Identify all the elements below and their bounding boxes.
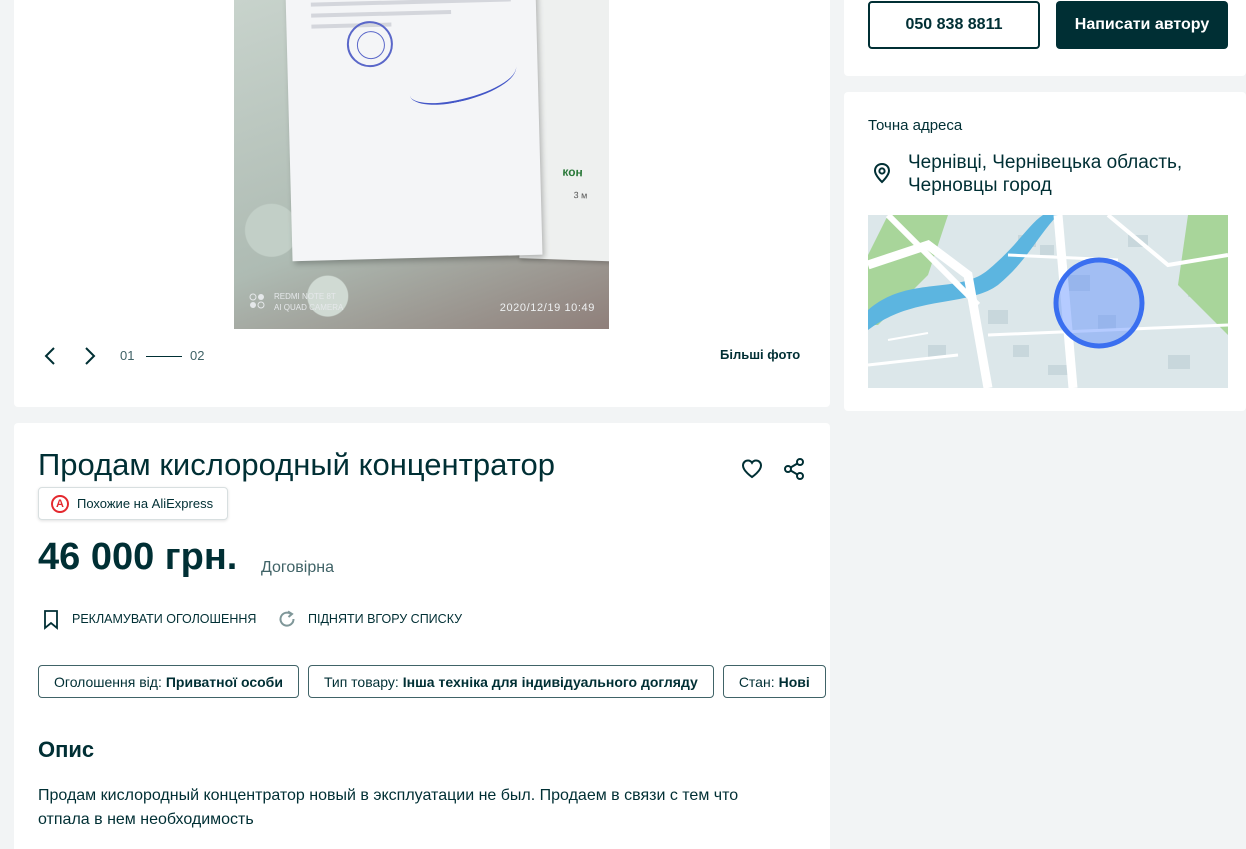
promote-ad-button[interactable]: Рекламувати оголошення bbox=[40, 608, 256, 630]
photo-counter-current: 01 bbox=[120, 348, 135, 363]
map-graphic bbox=[868, 215, 1228, 388]
aliexpress-similar-badge[interactable]: A Похожие на AliExpress bbox=[38, 487, 229, 520]
aliexpress-icon: A bbox=[51, 494, 69, 513]
photo-watermark: REDMI NOTE 8T AI QUAD CAMERA bbox=[274, 291, 343, 313]
param-value: Приватної особи bbox=[165, 673, 283, 690]
heart-icon[interactable] bbox=[740, 457, 764, 481]
location-map[interactable] bbox=[868, 215, 1228, 388]
param-key: Оголошення від: bbox=[54, 673, 162, 690]
promote-ad-label: Рекламувати оголошення bbox=[72, 612, 257, 626]
param-tag: Стан: Нові bbox=[722, 665, 826, 698]
photo-paper-text-small: 3 м bbox=[573, 190, 588, 201]
contact-card: 050 838 8811 Написати автору bbox=[844, 0, 1246, 76]
address-card: Точна адреса Чернівці, Чернівецька облас… bbox=[844, 92, 1246, 411]
write-author-button[interactable]: Написати автору bbox=[1056, 1, 1228, 49]
ad-title: Продам кислородный концентратор bbox=[38, 447, 555, 482]
phone-button[interactable]: 050 838 8811 bbox=[868, 1, 1040, 49]
param-tag: Тип товару: Інша техніка для індивідуальн… bbox=[307, 665, 714, 698]
photo-paper-text: кон bbox=[562, 164, 584, 180]
refresh-icon bbox=[279, 610, 295, 627]
description-title: Опис bbox=[38, 737, 95, 762]
address-text: Чернівці, Чернівецька область, Черновцы … bbox=[908, 152, 1183, 196]
photo-counter-divider bbox=[146, 356, 182, 357]
price: 46 000 грн. bbox=[38, 536, 238, 578]
listing-photo[interactable]: кон 3 м REDMI NOTE 8T AI QUAD CAMERA 202… bbox=[234, 0, 609, 329]
camera-logo-icon bbox=[249, 293, 265, 309]
signature-mark bbox=[405, 50, 521, 112]
chevron-left-icon[interactable] bbox=[40, 345, 62, 367]
lift-ad-label: Підняти вгору списку bbox=[308, 612, 463, 626]
param-tag: Оголошення від: Приватної особи bbox=[38, 665, 299, 698]
stamp-mark bbox=[346, 20, 394, 68]
lift-ad-button[interactable]: Підняти вгору списку bbox=[276, 608, 462, 630]
param-key: Тип товару: bbox=[323, 673, 399, 690]
negotiable-label: Договірна bbox=[261, 559, 334, 576]
ad-params: Оголошення від: Приватної особи Тип товар… bbox=[38, 665, 826, 698]
photo-watermark-device: REDMI NOTE 8T bbox=[274, 292, 336, 301]
description-text: Продам кислородный концентратор новый в … bbox=[38, 787, 739, 828]
photo-counter-total: 02 bbox=[190, 348, 205, 363]
aliexpress-badge-label: Похожие на AliExpress bbox=[77, 496, 214, 511]
photo-paper-lines bbox=[310, 0, 512, 36]
more-photos-link[interactable]: Більші фото bbox=[720, 347, 800, 362]
photo-paper-main bbox=[285, 0, 543, 262]
photo-watermark-date: 2020/12/19 10:49 bbox=[499, 302, 595, 314]
address-label: Точна адреса bbox=[868, 117, 963, 134]
param-key: Стан: bbox=[738, 673, 775, 690]
ad-details-card: Продам кислородный концентратор A Похожи… bbox=[14, 423, 830, 849]
chevron-right-icon[interactable] bbox=[78, 345, 100, 367]
gallery-card: кон 3 м REDMI NOTE 8T AI QUAD CAMERA 202… bbox=[14, 0, 830, 407]
share-icon[interactable] bbox=[782, 457, 806, 481]
param-value: Нові bbox=[778, 673, 810, 690]
photo-watermark-camera: AI QUAD CAMERA bbox=[274, 303, 344, 312]
bookmark-icon bbox=[44, 610, 58, 630]
param-value: Інша техніка для індивідуального догляду bbox=[402, 673, 698, 690]
location-pin-icon bbox=[873, 162, 891, 184]
